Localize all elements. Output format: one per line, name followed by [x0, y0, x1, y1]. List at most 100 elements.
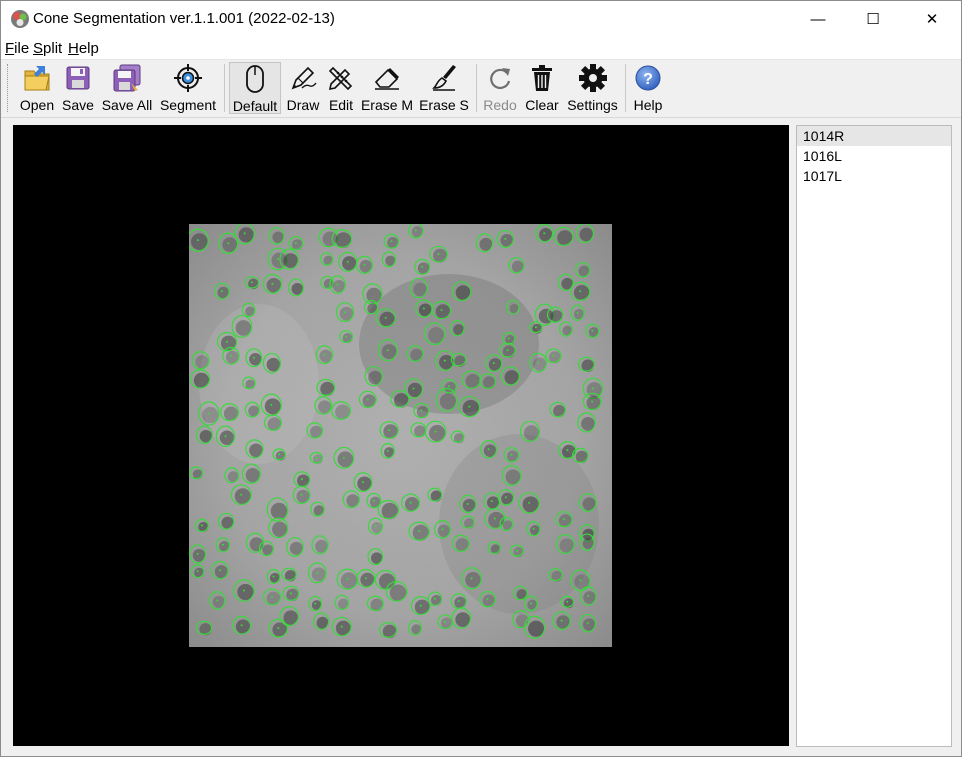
- settings-button[interactable]: Settings: [565, 62, 620, 114]
- cone-center: [440, 309, 443, 312]
- cone-center: [441, 528, 444, 531]
- cone-center: [196, 239, 199, 242]
- cone-center: [433, 597, 436, 600]
- draw-tool-button[interactable]: Draw: [285, 62, 321, 114]
- cone-center: [390, 240, 393, 243]
- cone-center: [414, 229, 417, 232]
- cone-shading: [323, 255, 334, 266]
- cone-center: [346, 578, 349, 581]
- cone-shading: [286, 588, 299, 602]
- cone-shading: [266, 591, 281, 606]
- app-logo-icon: [11, 10, 29, 28]
- toolbar: Open Save Save All Segment Default Draw …: [1, 60, 961, 118]
- menu-help[interactable]: Help: [68, 40, 99, 57]
- cone-center: [240, 624, 243, 627]
- file-list-item[interactable]: 1016L: [797, 146, 951, 166]
- cone-shading: [194, 567, 205, 578]
- cone-center: [457, 600, 460, 603]
- cone-center: [374, 525, 377, 528]
- cone-shading: [412, 524, 429, 541]
- cone-center: [340, 625, 343, 628]
- cone-center: [272, 575, 275, 578]
- cone-shading: [383, 424, 398, 439]
- cone-shading: [387, 236, 399, 249]
- cone-shading: [323, 278, 334, 289]
- edit-label: Edit: [328, 97, 354, 113]
- cone-center: [216, 599, 219, 602]
- toolbar-grip[interactable]: [7, 64, 11, 112]
- cone-center: [447, 385, 450, 388]
- cone-center: [220, 290, 223, 293]
- cone-center: [384, 316, 387, 319]
- open-button[interactable]: Open: [17, 62, 57, 114]
- cone-center: [196, 570, 199, 573]
- file-list-item[interactable]: 1017L: [797, 166, 951, 186]
- cone-center: [418, 530, 421, 533]
- menu-file[interactable]: File: [5, 40, 29, 57]
- save-button[interactable]: Save: [61, 62, 95, 114]
- settings-label: Settings: [567, 97, 618, 113]
- image-viewer[interactable]: [13, 125, 789, 746]
- open-folder-icon: [24, 66, 50, 91]
- cone-center: [243, 232, 246, 235]
- file-list[interactable]: 1014R 1016L 1017L: [796, 125, 952, 747]
- trash-icon: [532, 65, 552, 91]
- erase-brush-icon: [432, 65, 456, 91]
- retina-image[interactable]: [189, 224, 612, 647]
- cone-center: [372, 499, 375, 502]
- cone-center: [532, 527, 535, 530]
- cone-center: [300, 493, 303, 496]
- cone-center: [323, 353, 326, 356]
- cone-center: [443, 359, 446, 362]
- menu-split[interactable]: Split: [33, 40, 62, 57]
- maximize-icon: ☐: [866, 11, 880, 28]
- cone-center: [560, 619, 563, 622]
- cone-center: [506, 349, 509, 352]
- erase-s-tool-button[interactable]: Erase S: [418, 62, 470, 114]
- cone-center: [528, 501, 531, 504]
- cone-center: [562, 518, 565, 521]
- title-bar[interactable]: Cone Segmentation ver.1.1.001 (2022-02-1…: [1, 1, 961, 37]
- toolbar-separator: [476, 64, 477, 112]
- redo-button[interactable]: Redo: [481, 62, 519, 114]
- cone-shading: [575, 450, 588, 464]
- cone-center: [342, 456, 345, 459]
- edit-tool-button[interactable]: Edit: [325, 62, 357, 114]
- cone-center: [579, 579, 582, 582]
- file-list-item[interactable]: 1014R: [797, 126, 951, 146]
- cone-center: [543, 232, 546, 235]
- cone-shading: [313, 505, 325, 516]
- redo-arrow-icon: [490, 68, 511, 90]
- toolbar-separator: [224, 64, 225, 112]
- minimize-button[interactable]: —: [795, 1, 841, 37]
- cone-center: [487, 448, 490, 451]
- cone-center: [361, 481, 364, 484]
- cone-center: [271, 282, 274, 285]
- erase-m-tool-button[interactable]: Erase M: [361, 62, 413, 114]
- minimize-icon: —: [810, 10, 826, 28]
- close-button[interactable]: ✕: [909, 1, 955, 37]
- default-tool-button[interactable]: Default: [229, 62, 281, 114]
- cone-center: [587, 595, 590, 598]
- segment-button[interactable]: Segment: [158, 62, 218, 114]
- maximize-button[interactable]: ☐: [850, 1, 896, 37]
- help-button[interactable]: ? Help: [630, 62, 666, 114]
- cone-center: [314, 602, 317, 605]
- open-label: Open: [19, 97, 55, 113]
- cone-center: [507, 337, 510, 340]
- cone-center: [366, 398, 369, 401]
- cone-center: [207, 412, 210, 415]
- cone-shading: [558, 514, 572, 528]
- cone-center: [386, 449, 389, 452]
- cone-shading: [245, 306, 256, 317]
- clear-button[interactable]: Clear: [523, 62, 561, 114]
- cone-shading: [267, 417, 282, 431]
- help-label: Help: [633, 97, 663, 113]
- cone-shading: [370, 598, 384, 612]
- cone-center: [534, 326, 537, 329]
- draw-pencil-icon: [291, 66, 317, 90]
- cone-center: [242, 589, 245, 592]
- cone-shading: [553, 404, 566, 418]
- cone-shading: [455, 538, 469, 552]
- save-all-button[interactable]: Save All: [100, 62, 154, 114]
